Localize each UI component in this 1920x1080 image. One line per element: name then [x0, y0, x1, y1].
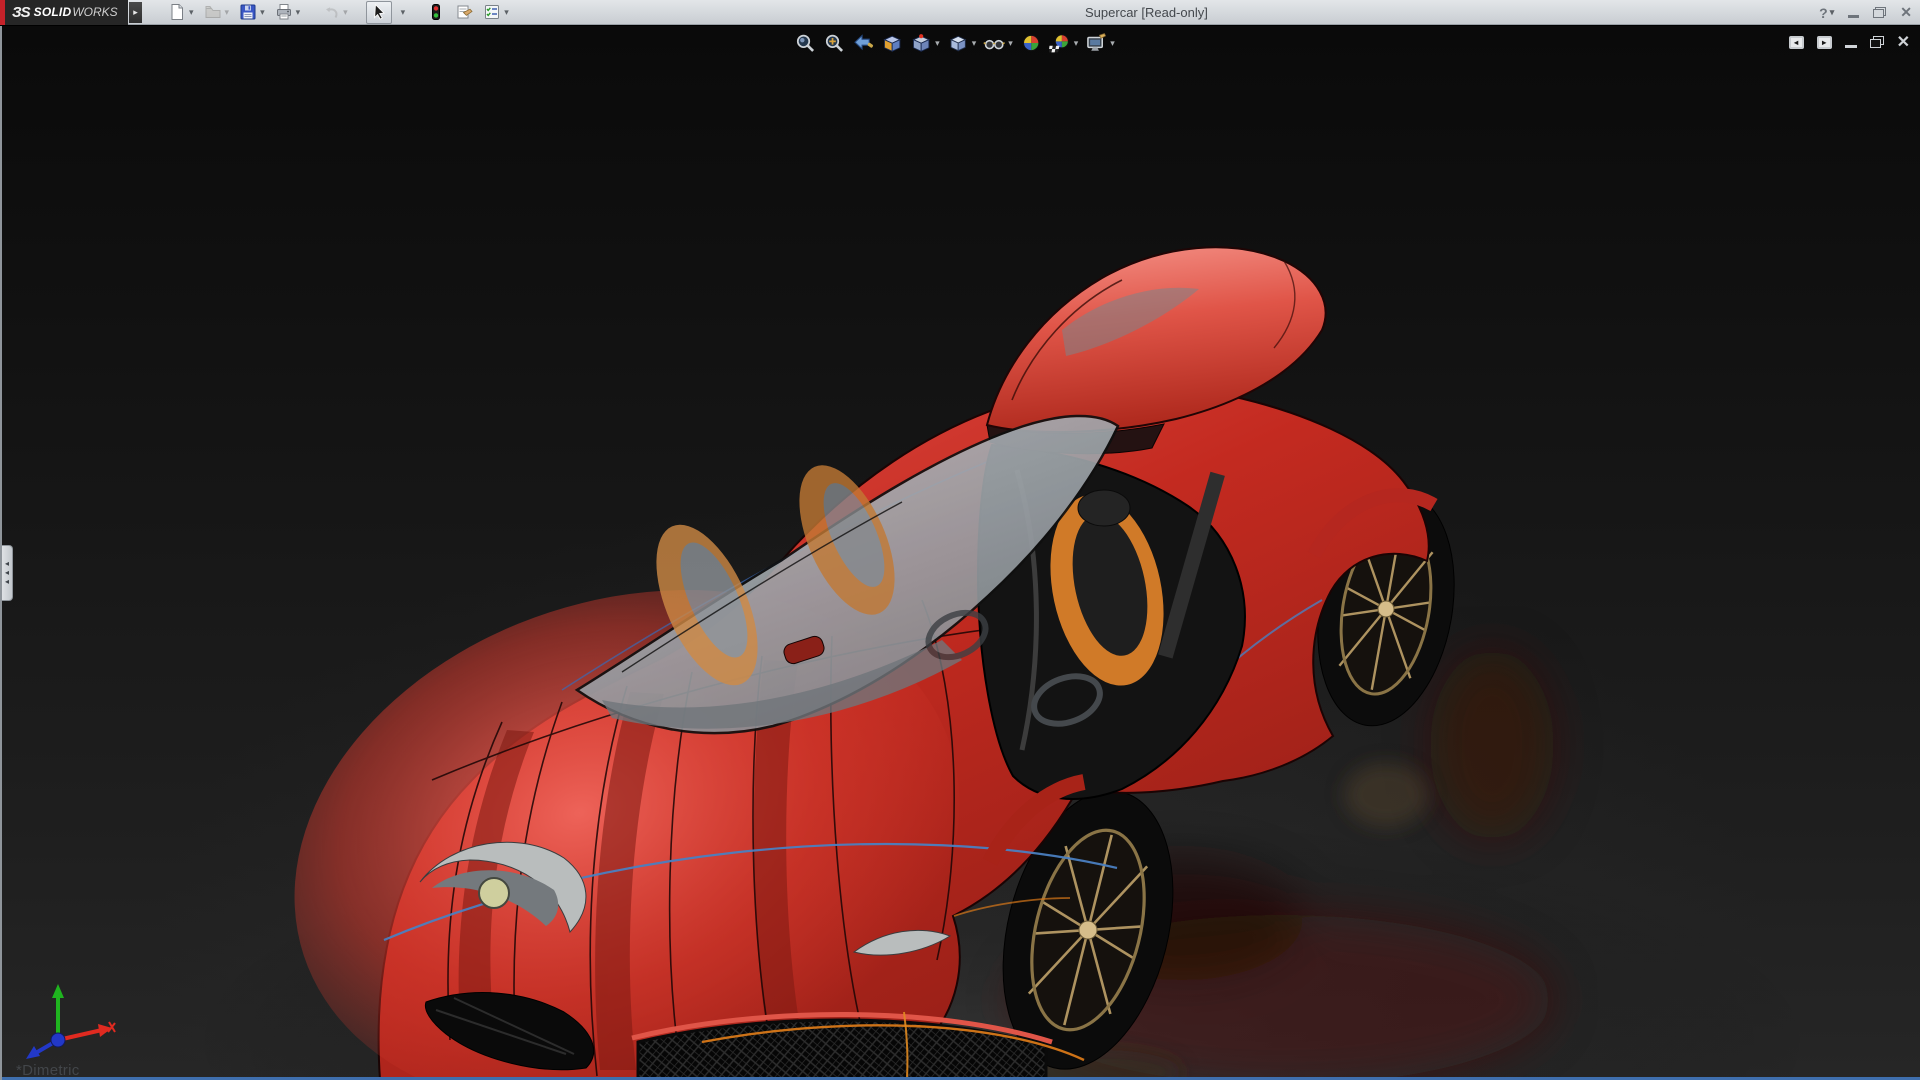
- collapse-arrow-icon: ◂: [4, 568, 9, 577]
- restore-icon: [1873, 7, 1887, 18]
- rebuild-button[interactable]: [423, 1, 449, 24]
- dropdown-arrow-icon[interactable]: ▾: [972, 38, 977, 49]
- select-cursor-icon: [373, 3, 385, 20]
- collapse-arrow-icon: ◂: [4, 559, 9, 568]
- options-list-icon: [485, 5, 500, 19]
- minimize-icon: [1844, 45, 1857, 48]
- document-window-controls: ◂ ▸ ✕: [1788, 32, 1910, 52]
- view-settings-icon: [1087, 33, 1107, 51]
- minimize-icon: [1848, 15, 1860, 18]
- previous-view-button[interactable]: [850, 31, 876, 55]
- brand-solid-text: SOLID: [33, 5, 72, 19]
- document-title: Supercar [Read-only]: [1085, 5, 1208, 20]
- minimize-button[interactable]: [1848, 7, 1860, 18]
- doc-restore-button[interactable]: [1869, 36, 1884, 48]
- undo-arrow-icon: [326, 7, 338, 18]
- dropdown-arrow-icon[interactable]: ▾: [225, 7, 230, 18]
- quick-access-toolbar: ▾ ▾ ▾ ▾ ▾ ▾ ▾: [164, 0, 513, 24]
- pane-left-icon: ◂: [1788, 35, 1804, 49]
- view-orientation-icon: [912, 34, 930, 52]
- view-orientation-button[interactable]: ▾: [908, 31, 942, 55]
- new-document-icon: [171, 4, 183, 20]
- dropdown-arrow-icon[interactable]: ▾: [189, 7, 194, 18]
- zoom-to-fit-icon: [796, 34, 815, 52]
- file-properties-icon: [457, 5, 473, 19]
- supercar-model: [182, 246, 1822, 1080]
- select-dropdown-button[interactable]: ▾: [394, 1, 410, 24]
- printer-icon: [276, 4, 291, 20]
- close-icon: ✕: [1900, 4, 1912, 20]
- zoom-to-fit-button[interactable]: [792, 31, 818, 55]
- dropdown-arrow-icon[interactable]: ▾: [1110, 38, 1115, 49]
- hide-show-items-button[interactable]: ▾: [981, 31, 1015, 55]
- title-bar: ЗS SOLID WORKS ▸ ▾ ▾ ▾ ▾ ▾ ▾ ▾ Supercar …: [0, 0, 1920, 25]
- close-icon: ✕: [1896, 34, 1910, 51]
- select-button[interactable]: [365, 0, 392, 24]
- previous-view-icon: [854, 34, 874, 51]
- flyout-arrow-icon: ▸: [133, 6, 138, 17]
- help-icon: ?: [1819, 4, 1828, 21]
- pane-right-icon: ▸: [1816, 35, 1832, 49]
- headsup-view-toolbar: ▾ ▾ ▾ ▾ ▾: [792, 31, 1117, 55]
- solidworks-logo: ЗS SOLID WORKS: [0, 0, 128, 25]
- graphics-area[interactable]: ▾ ▾ ▾ ▾ ▾ ◂ ▸ ✕ ◂ ◂ ◂ *Dimetric: [0, 26, 1920, 1080]
- menu-flyout-button[interactable]: ▸: [129, 1, 142, 23]
- featuremanager-splitter-tab[interactable]: ◂ ◂ ◂: [2, 545, 13, 601]
- zoom-to-area-button[interactable]: [821, 31, 847, 55]
- eyeglasses-icon: [983, 39, 1006, 50]
- restore-button[interactable]: [1873, 7, 1887, 18]
- dropdown-arrow-icon[interactable]: ▾: [260, 7, 265, 18]
- solidworks-window: ЗS SOLID WORKS ▸ ▾ ▾ ▾ ▾ ▾ ▾ ▾ Supercar …: [0, 0, 1920, 1080]
- window-controls: ? ▾ ✕: [1819, 0, 1912, 25]
- new-document-button[interactable]: ▾: [164, 1, 198, 24]
- save-button[interactable]: ▾: [235, 1, 269, 24]
- brand-3ds-icon: ЗS: [12, 3, 31, 21]
- section-view-button[interactable]: [879, 31, 905, 55]
- file-properties-button[interactable]: [451, 1, 477, 24]
- display-style-button[interactable]: ▾: [945, 31, 979, 55]
- dropdown-arrow-icon: ▾: [1829, 7, 1835, 17]
- apply-scene-button[interactable]: ▾: [1047, 31, 1081, 55]
- dropdown-arrow-icon[interactable]: ▾: [343, 7, 348, 18]
- dropdown-arrow-icon[interactable]: ▾: [504, 7, 509, 18]
- edit-appearance-button[interactable]: [1018, 31, 1044, 55]
- options-button[interactable]: ▾: [479, 1, 513, 24]
- collapse-arrow-icon: ◂: [4, 577, 9, 586]
- dropdown-arrow-icon[interactable]: ▾: [935, 38, 940, 49]
- dropdown-arrow-icon[interactable]: ▾: [1008, 38, 1013, 49]
- undo-button[interactable]: ▾: [318, 1, 352, 24]
- close-button[interactable]: ✕: [1900, 4, 1912, 21]
- doc-minimize-button[interactable]: [1844, 36, 1857, 48]
- traffic-light-icon: [432, 4, 441, 20]
- collapse-left-pane-button[interactable]: ◂: [1788, 35, 1804, 49]
- open-folder-icon: [205, 6, 221, 18]
- zoom-to-area-icon: [825, 34, 844, 52]
- dropdown-arrow-icon[interactable]: ▾: [296, 7, 301, 18]
- print-button[interactable]: ▾: [271, 1, 305, 24]
- orientation-triad: [26, 984, 116, 1059]
- appearance-ball-icon: [1022, 34, 1040, 52]
- dropdown-arrow-icon[interactable]: ▾: [1074, 38, 1079, 49]
- view-settings-button[interactable]: ▾: [1083, 31, 1117, 55]
- restore-icon: [1869, 36, 1884, 48]
- doc-close-button[interactable]: ✕: [1897, 32, 1910, 52]
- help-button[interactable]: ? ▾: [1819, 5, 1834, 21]
- brand-works-text: WORKS: [72, 5, 118, 19]
- dropdown-arrow-icon[interactable]: ▾: [401, 7, 406, 18]
- section-view-icon: [883, 35, 901, 52]
- save-floppy-icon: [240, 4, 256, 20]
- collapse-right-pane-button[interactable]: ▸: [1816, 35, 1832, 49]
- display-style-icon: [949, 35, 966, 52]
- open-document-button[interactable]: ▾: [200, 1, 234, 24]
- apply-scene-icon: [1048, 34, 1069, 53]
